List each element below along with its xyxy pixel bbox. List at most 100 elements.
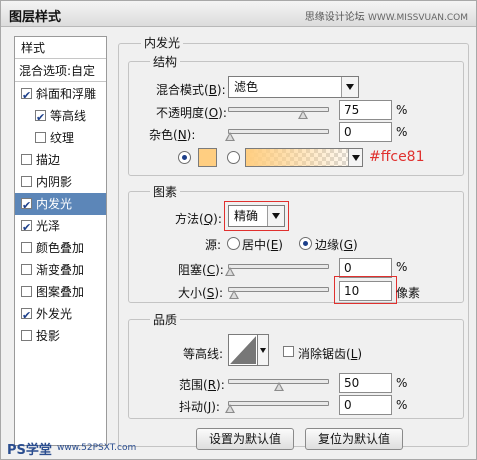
opacity-unit: %: [396, 103, 408, 117]
style-item-label: 斜面和浮雕: [36, 87, 97, 101]
choke-slider[interactable]: [228, 264, 329, 269]
size-highlight: [334, 276, 397, 304]
style-item[interactable]: 描边: [15, 149, 106, 171]
size-slider[interactable]: [228, 287, 329, 292]
style-item-label: 等高线: [50, 109, 87, 123]
source-center-radio[interactable]: [227, 237, 240, 250]
gradient-dropdown[interactable]: [348, 149, 362, 166]
watermark-url: WWW.MISSVUAN.COM: [368, 13, 468, 23]
footer-logo: PS学堂: [7, 443, 52, 458]
style-item[interactable]: 图案叠加: [15, 281, 106, 303]
source-edge-label: 边缘(G): [315, 238, 358, 252]
opacity-input[interactable]: 75: [339, 100, 392, 120]
contour-preview[interactable]: [228, 334, 258, 366]
source-center-label: 居中(E): [242, 238, 283, 252]
solid-color-radio[interactable]: [178, 151, 191, 164]
antialias-label: 消除锯齿(L): [298, 347, 363, 361]
noise-input[interactable]: 0: [339, 122, 392, 142]
noise-unit: %: [396, 125, 408, 139]
style-checkbox[interactable]: [21, 305, 32, 327]
style-checkbox[interactable]: [21, 242, 32, 253]
structure-title: 结构: [150, 53, 181, 70]
range-unit: %: [396, 376, 408, 390]
choke-slider-thumb[interactable]: [225, 267, 235, 276]
style-checkbox[interactable]: [21, 217, 32, 239]
style-item[interactable]: 颜色叠加: [15, 237, 106, 259]
range-slider-thumb[interactable]: [273, 382, 284, 391]
technique-label: 方法(Q):: [175, 212, 222, 226]
contour-curve-icon: [230, 336, 256, 364]
opacity-slider-thumb[interactable]: [297, 110, 308, 119]
style-item[interactable]: 纹理: [15, 127, 106, 149]
style-item-label: 纹理: [50, 131, 75, 145]
choke-unit: %: [396, 260, 408, 274]
range-input[interactable]: 50: [339, 373, 392, 393]
noise-label: 杂色(N):: [149, 128, 196, 142]
chevron-down-icon: [341, 77, 358, 97]
opacity-slider[interactable]: [228, 107, 329, 112]
style-checkbox[interactable]: [35, 132, 46, 143]
style-item-label: 投影: [36, 329, 61, 343]
style-checkbox[interactable]: [21, 264, 32, 275]
style-checkbox[interactable]: [21, 154, 32, 165]
jitter-label: 抖动(J):: [179, 400, 220, 414]
gradient-swatch[interactable]: [245, 148, 363, 167]
style-item[interactable]: 渐变叠加: [15, 259, 106, 281]
dialog-title: 图层样式: [9, 10, 62, 25]
noise-slider-thumb[interactable]: [225, 132, 235, 141]
style-checkbox[interactable]: [35, 107, 46, 129]
style-item[interactable]: 光泽: [15, 215, 106, 239]
style-list: 样式 混合选项:自定 斜面和浮雕等高线纹理描边内阴影内发光光泽颜色叠加渐变叠加图…: [14, 36, 107, 446]
style-checkbox[interactable]: [21, 176, 32, 187]
blend-options-label: 混合选项:自定: [19, 64, 96, 78]
style-checkbox[interactable]: [21, 85, 32, 107]
style-item[interactable]: 投影: [15, 325, 106, 347]
color-hex-annotation: #ffce81: [369, 149, 425, 165]
layer-style-dialog: 图层样式 思缘设计论坛 WWW.MISSVUAN.COM 样式 混合选项:自定 …: [0, 0, 477, 460]
style-item[interactable]: 等高线: [15, 105, 106, 129]
style-item-label: 渐变叠加: [36, 263, 85, 277]
title-bar[interactable]: 图层样式 思缘设计论坛 WWW.MISSVUAN.COM: [1, 1, 476, 27]
style-item[interactable]: 外发光: [15, 303, 106, 327]
quality-title: 品质: [150, 311, 181, 328]
choke-input[interactable]: 0: [339, 258, 392, 278]
styles-header[interactable]: 样式: [15, 37, 106, 59]
style-item-label: 图案叠加: [36, 285, 85, 299]
jitter-slider[interactable]: [228, 401, 329, 406]
antialias-checkbox[interactable]: [283, 346, 294, 357]
style-item-label: 外发光: [36, 307, 73, 321]
make-default-button[interactable]: 设置为默认值: [196, 428, 294, 450]
blend-mode-select[interactable]: 滤色: [228, 76, 359, 98]
style-checkbox[interactable]: [21, 286, 32, 297]
style-checkbox[interactable]: [21, 195, 32, 217]
jitter-unit: %: [396, 398, 408, 412]
contour-label: 等高线:: [183, 347, 224, 361]
panel-title: 内发光: [141, 34, 184, 51]
style-item[interactable]: 内阴影: [15, 171, 106, 193]
jitter-slider-thumb[interactable]: [225, 404, 235, 413]
opacity-label: 不透明度(O):: [156, 106, 227, 120]
jitter-input[interactable]: 0: [339, 395, 392, 415]
blend-mode-value: 滤色: [234, 80, 259, 94]
watermark: 思缘设计论坛 WWW.MISSVUAN.COM: [305, 8, 468, 23]
chevron-down-icon: [352, 155, 360, 161]
style-item[interactable]: 内发光: [15, 193, 106, 217]
style-item[interactable]: 斜面和浮雕: [15, 83, 106, 107]
styles-header-label: 样式: [21, 41, 46, 55]
blend-options-item[interactable]: 混合选项:自定: [15, 60, 106, 82]
blend-mode-label: 混合模式(B):: [156, 83, 226, 97]
reset-default-button[interactable]: 复位为默认值: [305, 428, 403, 450]
style-item-label: 内发光: [36, 197, 73, 211]
source-edge-radio[interactable]: [299, 237, 312, 250]
style-item-label: 光泽: [36, 219, 61, 233]
footer-url: www.52PSXT.com: [57, 443, 137, 453]
size-slider-thumb[interactable]: [228, 290, 239, 299]
contour-dropdown[interactable]: [258, 334, 269, 366]
style-checkbox[interactable]: [21, 330, 32, 341]
noise-slider[interactable]: [228, 129, 329, 134]
technique-highlight: [224, 201, 289, 231]
glow-color-swatch[interactable]: [198, 148, 217, 167]
style-item-label: 颜色叠加: [36, 241, 85, 255]
gradient-radio[interactable]: [227, 151, 240, 164]
choke-label: 阻塞(C):: [178, 263, 224, 277]
